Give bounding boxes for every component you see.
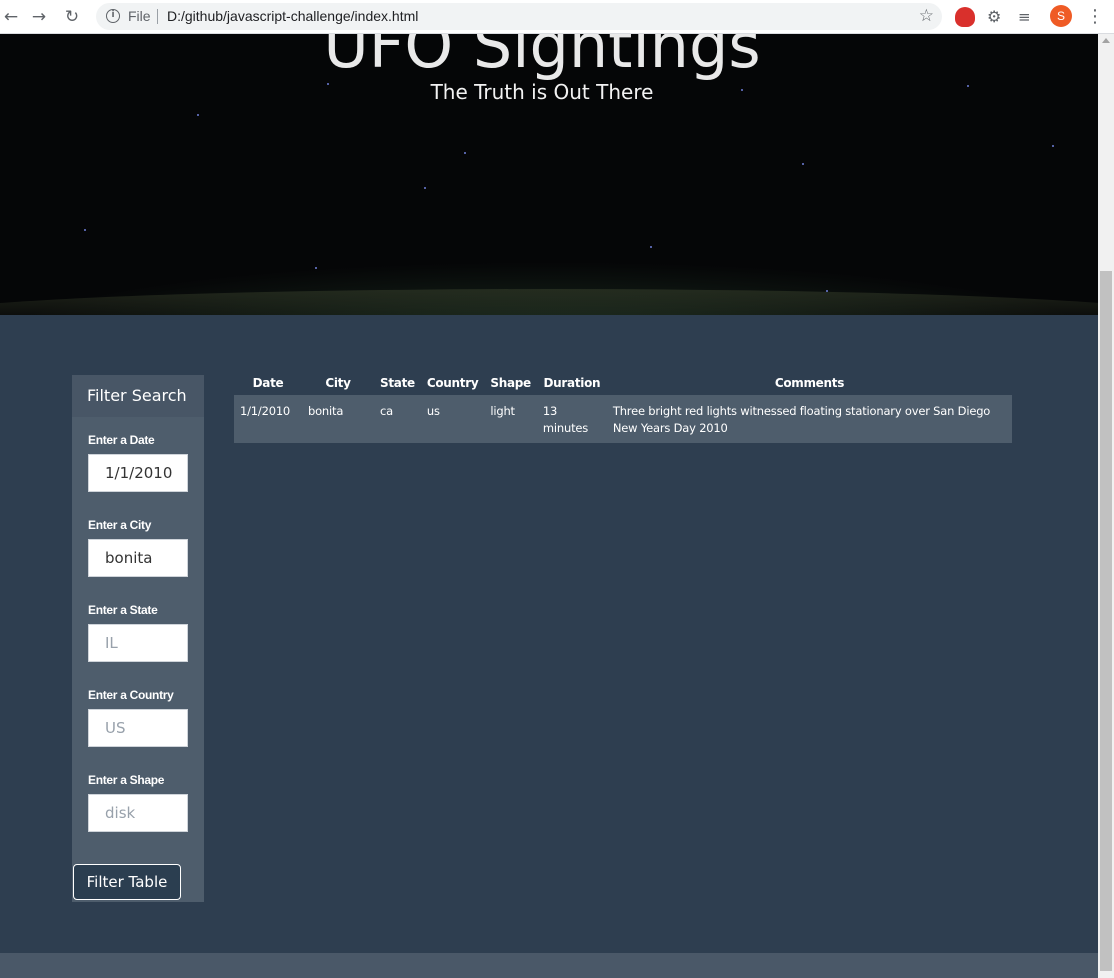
cell-date: 1/1/2010: [234, 395, 302, 443]
country-input[interactable]: [88, 709, 188, 747]
col-header-date: Date: [252, 375, 284, 390]
avatar[interactable]: S: [1050, 5, 1072, 27]
col-header-comments: Comments: [774, 375, 845, 390]
page-subtitle: The Truth is Out There: [430, 80, 654, 104]
star-icon[interactable]: ☆: [919, 6, 934, 26]
shape-label: Enter a Shape: [88, 773, 165, 787]
filter-heading: Filter Search: [72, 375, 204, 417]
footer: [0, 953, 1098, 978]
browser-toolbar: ← → ↻ i File D:/github/javascript-challe…: [0, 0, 1114, 34]
page-scrollbar[interactable]: [1098, 34, 1114, 978]
date-label: Enter a Date: [88, 433, 155, 447]
state-input[interactable]: [88, 624, 188, 662]
star-dot: [424, 187, 426, 189]
date-input[interactable]: [88, 454, 188, 492]
table-header-row: Date City State Country Shape Duration C…: [234, 370, 1012, 395]
city-input[interactable]: [88, 539, 188, 577]
shape-input[interactable]: [88, 794, 188, 832]
col-header-state: State: [380, 375, 415, 390]
ublock-icon[interactable]: [955, 7, 975, 27]
star-dot: [84, 229, 86, 231]
star-dot: [1052, 145, 1054, 147]
star-dot: [826, 290, 828, 292]
filter-panel: Filter Search Enter a Date Enter a City …: [72, 375, 204, 902]
cell-comments: Three bright red lights witnessed floati…: [606, 395, 1012, 443]
scroll-up-arrow-icon[interactable]: [1102, 38, 1110, 43]
playlist-icon[interactable]: ≡: [1018, 7, 1038, 27]
star-dot: [315, 267, 317, 269]
col-header-country: Country: [426, 375, 479, 390]
url-text[interactable]: D:/github/javascript-challenge/index.htm…: [167, 8, 418, 24]
filter-table-button[interactable]: Filter Table: [73, 864, 181, 900]
hero-banner: UFO Sightings The Truth is Out There: [0, 34, 1098, 315]
puzzle-icon[interactable]: ⚙: [987, 7, 1007, 27]
col-header-duration: Duration: [543, 375, 601, 390]
forward-arrow-icon[interactable]: →: [28, 6, 50, 28]
main-content: Filter Search Enter a Date Enter a City …: [0, 315, 1098, 953]
cell-country: us: [420, 395, 485, 443]
star-dot: [197, 114, 199, 116]
star-dot: [802, 163, 804, 165]
country-label: Enter a Country: [88, 688, 174, 702]
info-icon[interactable]: i: [106, 9, 120, 23]
cell-state: ca: [374, 395, 421, 443]
earth-horizon: [0, 289, 1098, 315]
cell-shape: light: [484, 395, 537, 443]
scrollbar-thumb[interactable]: [1100, 271, 1112, 971]
cell-duration: 13 minutes: [536, 395, 607, 443]
back-arrow-icon[interactable]: ←: [0, 6, 22, 28]
file-label: File: [128, 8, 151, 24]
col-header-shape: Shape: [490, 375, 531, 390]
sightings-table: Date City State Country Shape Duration C…: [234, 370, 1012, 443]
table-row: 1/1/2010 bonita ca us light 13 minutes T…: [234, 395, 1012, 443]
state-label: Enter a State: [88, 603, 158, 617]
star-dot: [464, 152, 466, 154]
reload-icon[interactable]: ↻: [61, 6, 83, 28]
page-title: UFO Sightings: [323, 34, 761, 82]
city-label: Enter a City: [88, 518, 152, 532]
col-header-city: City: [325, 375, 351, 390]
address-bar[interactable]: i File D:/github/javascript-challenge/in…: [96, 3, 942, 30]
menu-dots-icon[interactable]: ⋮: [1086, 6, 1104, 28]
url-divider: [157, 9, 158, 24]
star-dot: [650, 246, 652, 248]
cell-city: bonita: [302, 395, 374, 443]
